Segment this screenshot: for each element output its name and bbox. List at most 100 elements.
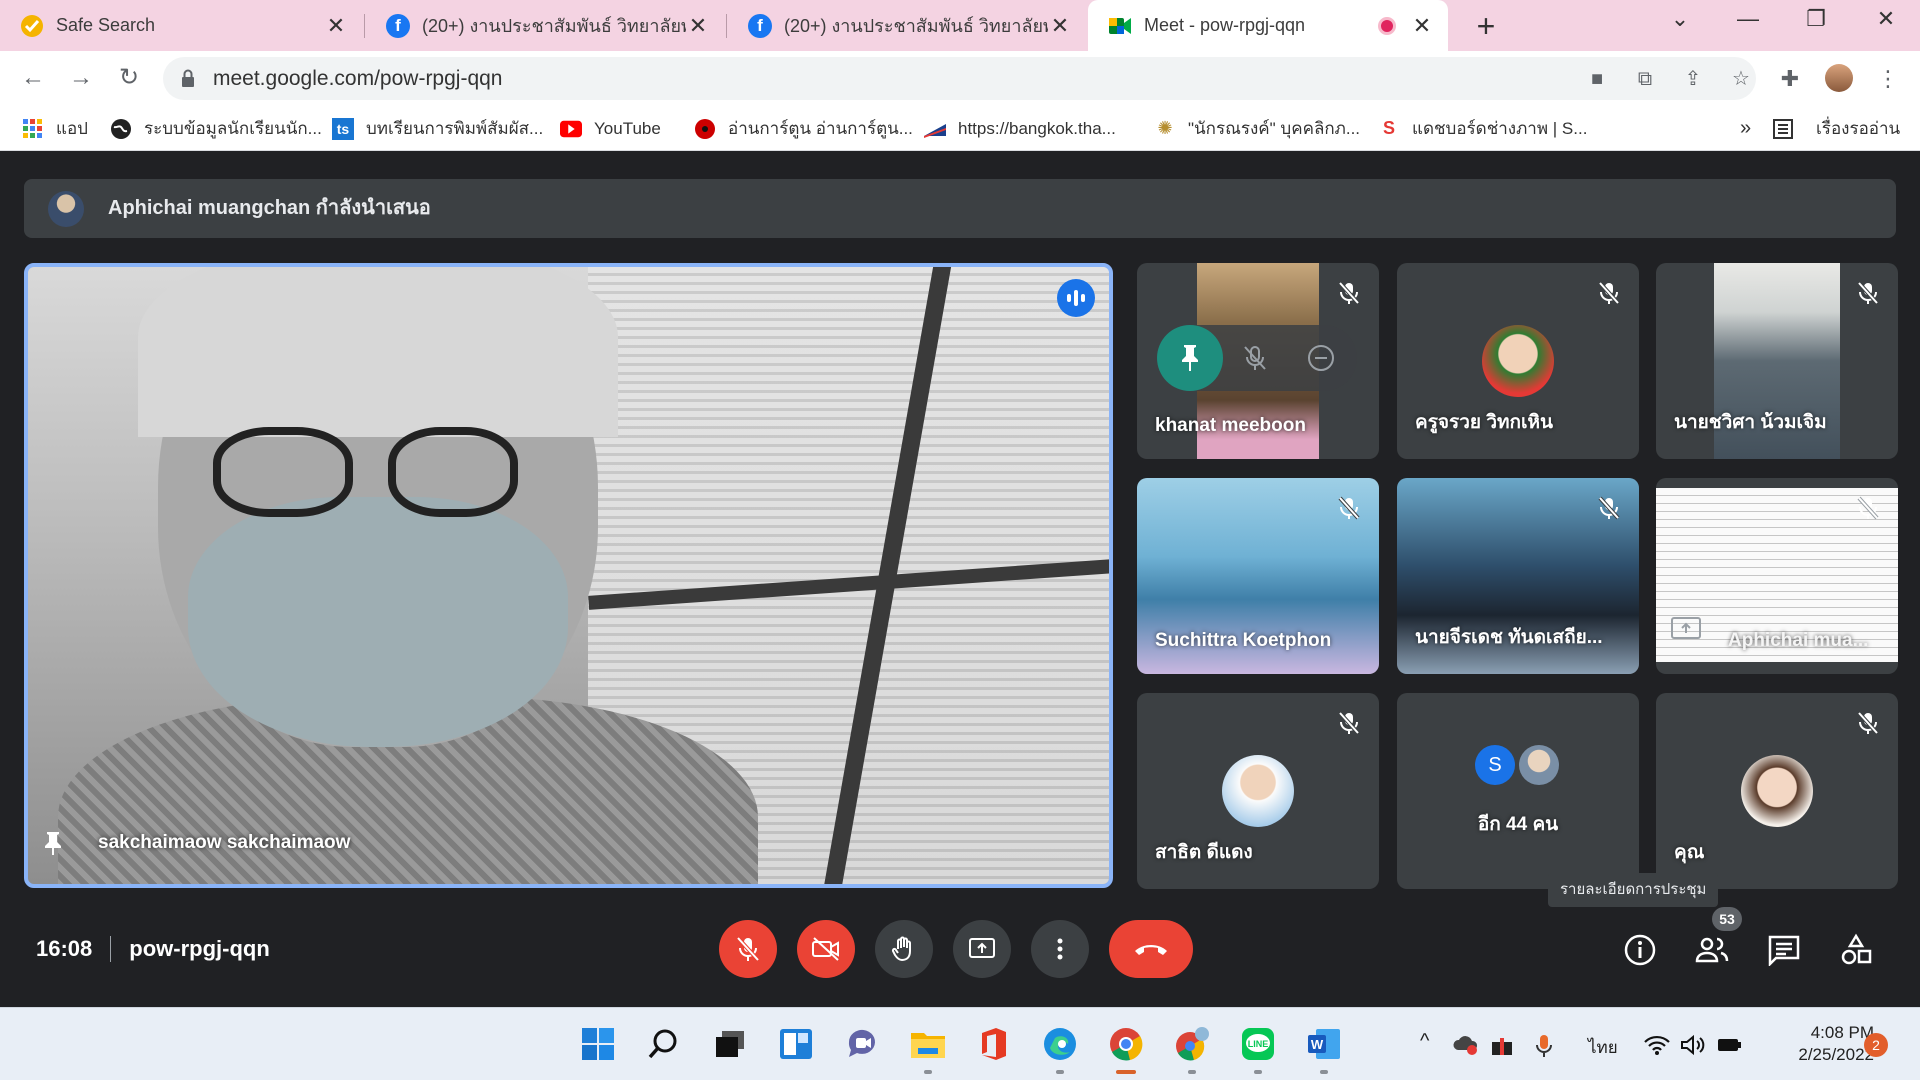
meeting-code: pow-rpgj-qqn xyxy=(129,936,270,961)
close-icon[interactable]: ✕ xyxy=(686,13,710,39)
microphone-icon[interactable] xyxy=(1534,1034,1554,1063)
more-options-button[interactable] xyxy=(1031,920,1089,978)
bookmark-apps[interactable]: แอป xyxy=(22,106,88,151)
tab-search-chevron-icon[interactable]: ⌄ xyxy=(1660,6,1700,32)
kebab-menu-icon[interactable]: ⋮ xyxy=(1874,65,1902,93)
self-tile[interactable]: คุณ xyxy=(1656,693,1898,889)
close-icon[interactable]: ✕ xyxy=(1048,13,1072,39)
star-icon[interactable]: ☆ xyxy=(1729,67,1753,91)
svg-text:LINE: LINE xyxy=(1248,1039,1269,1049)
info-icon xyxy=(1624,934,1656,966)
pin-icon[interactable] xyxy=(42,830,64,856)
present-screen-icon xyxy=(969,938,995,958)
chrome-icon[interactable] xyxy=(1106,1024,1146,1064)
browser-toolbar: ← → ↻ meet.google.com/pow-rpgj-qqn ■ ⧉ ⇪… xyxy=(0,51,1920,106)
wifi-icon[interactable] xyxy=(1644,1034,1670,1061)
minimize-button[interactable]: — xyxy=(1728,6,1768,32)
mic-off-icon xyxy=(1857,711,1879,735)
bookmark-typing-lesson[interactable]: ts บทเรียนการพิมพ์สัมผัส... xyxy=(332,106,543,151)
bookmark-label: บทเรียนการพิมพ์สัมผัส... xyxy=(366,119,544,138)
chat-icon xyxy=(1768,935,1800,966)
people-button[interactable] xyxy=(1694,932,1730,968)
teams-chat-icon[interactable] xyxy=(842,1024,882,1064)
system-clock[interactable]: 4:08 PM 2/25/2022 xyxy=(1764,1022,1874,1066)
bookmark-cartoon[interactable]: อ่านการ์ตูน อ่านการ์ตูน... xyxy=(694,106,913,151)
participant-tile[interactable]: นายชวิศา น้วมเจิม xyxy=(1656,263,1898,459)
reading-list-icon xyxy=(1772,118,1794,140)
bookmarks-overflow-button[interactable]: » xyxy=(1740,106,1751,151)
presenting-banner[interactable]: Aphichai muangchan กำลังนำเสนอ xyxy=(24,179,1896,238)
recording-icon xyxy=(1378,16,1396,35)
edge-icon[interactable] xyxy=(1040,1024,1080,1064)
share-icon[interactable]: ⇪ xyxy=(1681,67,1705,91)
present-now-button[interactable] xyxy=(953,920,1011,978)
others-tile[interactable]: S อีก 44 คน xyxy=(1397,693,1639,889)
close-window-button[interactable]: ✕ xyxy=(1866,6,1906,32)
participant-tile[interactable]: สาธิต ดีแดง xyxy=(1137,693,1379,889)
leave-call-button[interactable] xyxy=(1109,920,1193,978)
bookmark-youtube[interactable]: YouTube xyxy=(560,106,661,151)
tab-separator xyxy=(364,14,365,38)
camera-off-icon xyxy=(812,937,839,961)
gift-icon[interactable] xyxy=(1490,1034,1514,1061)
new-tab-button[interactable]: + xyxy=(1468,8,1504,45)
reload-icon[interactable]: ↻ xyxy=(112,61,146,95)
activities-button[interactable] xyxy=(1838,932,1874,968)
back-arrow-icon[interactable]: ← xyxy=(16,61,50,95)
open-external-icon[interactable]: ⧉ xyxy=(1633,67,1657,91)
microphone-toggle-button[interactable] xyxy=(719,920,777,978)
file-explorer-icon[interactable] xyxy=(908,1024,948,1064)
mic-off-icon xyxy=(1338,281,1360,305)
restore-button[interactable]: ❐ xyxy=(1796,6,1836,32)
battery-icon[interactable] xyxy=(1716,1034,1744,1061)
participant-tile[interactable]: Suchittra Koetphon xyxy=(1137,478,1379,674)
reading-list-button[interactable]: เรื่องรออ่าน xyxy=(1772,106,1900,151)
remove-participant-icon[interactable] xyxy=(1306,343,1336,373)
windows-start-icon[interactable] xyxy=(578,1024,618,1064)
tab-safe-search[interactable]: Safe Search ✕ xyxy=(0,0,362,51)
camera-icon[interactable]: ■ xyxy=(1585,67,1609,91)
presentation-tile[interactable]: Aphichai mua... xyxy=(1656,478,1898,674)
bookmark-bangkok[interactable]: https://bangkok.tha... xyxy=(924,106,1116,151)
word-icon[interactable]: W xyxy=(1304,1024,1344,1064)
participant-name: ครูจรวย วิทกเหิน xyxy=(1415,412,1554,433)
mute-participant-icon[interactable] xyxy=(1240,343,1270,373)
extensions-puzzle-icon[interactable]: ✚ xyxy=(1776,65,1804,93)
pin-button[interactable] xyxy=(1157,325,1223,391)
sparkle-icon: ✺ xyxy=(1157,118,1173,138)
main-video-tile[interactable]: sakchaimaow sakchaimaow xyxy=(24,263,1113,888)
forward-arrow-icon[interactable]: → xyxy=(64,61,98,95)
close-icon[interactable]: ✕ xyxy=(1410,13,1434,39)
participant-tile[interactable]: khanat meeboon xyxy=(1137,263,1379,459)
search-icon[interactable] xyxy=(644,1024,684,1064)
raise-hand-button[interactable] xyxy=(875,920,933,978)
mic-off-icon xyxy=(1338,711,1360,735)
camera-toggle-button[interactable] xyxy=(797,920,855,978)
input-language[interactable]: ไทย xyxy=(1588,1034,1618,1061)
line-icon[interactable]: LINE xyxy=(1238,1024,1278,1064)
chrome-profile-icon[interactable] xyxy=(1172,1024,1212,1064)
tab-separator xyxy=(726,14,727,38)
meeting-details-button[interactable] xyxy=(1622,932,1658,968)
bookmark-campaigner[interactable]: ✺ "นักรณรงค์" บุคคลิกภ... xyxy=(1154,106,1360,151)
participant-tile[interactable]: ครูจรวย วิทกเหิน xyxy=(1397,263,1639,459)
meeting-time: 16:08 xyxy=(36,936,93,961)
profile-avatar[interactable] xyxy=(1825,64,1853,92)
bookmark-photographer-dashboard[interactable]: S แดชบอร์ดช่างภาพ | S... xyxy=(1378,106,1587,151)
bookmark-student-system[interactable]: ระบบข้อมูลนักเรียนนัก... xyxy=(110,106,322,151)
chat-button[interactable] xyxy=(1766,932,1802,968)
tab-meet[interactable]: Meet - pow-rpgj-qqn ✕ xyxy=(1088,0,1448,51)
participant-tile[interactable]: นายจีรเดช ทันดเสถีย... xyxy=(1397,478,1639,674)
widgets-icon[interactable] xyxy=(776,1024,816,1064)
url-text[interactable]: meet.google.com/pow-rpgj-qqn xyxy=(213,57,503,100)
close-icon[interactable]: ✕ xyxy=(324,13,348,39)
chevron-up-icon[interactable]: ^ xyxy=(1420,1030,1429,1053)
tab-facebook-1[interactable]: f (20+) งานประชาสัมพันธ์ วิทยาลัยพณิ ✕ xyxy=(366,0,724,51)
task-view-icon[interactable] xyxy=(710,1024,750,1064)
notification-badge[interactable]: 2 xyxy=(1864,1033,1888,1057)
office-icon[interactable] xyxy=(974,1024,1014,1064)
onedrive-icon[interactable] xyxy=(1452,1034,1480,1061)
address-bar[interactable]: meet.google.com/pow-rpgj-qqn ■ ⧉ ⇪ ☆ xyxy=(163,57,1756,100)
volume-icon[interactable] xyxy=(1680,1034,1706,1061)
tab-facebook-2[interactable]: f (20+) งานประชาสัมพันธ์ วิทยาลัยพณิ ✕ xyxy=(728,0,1086,51)
